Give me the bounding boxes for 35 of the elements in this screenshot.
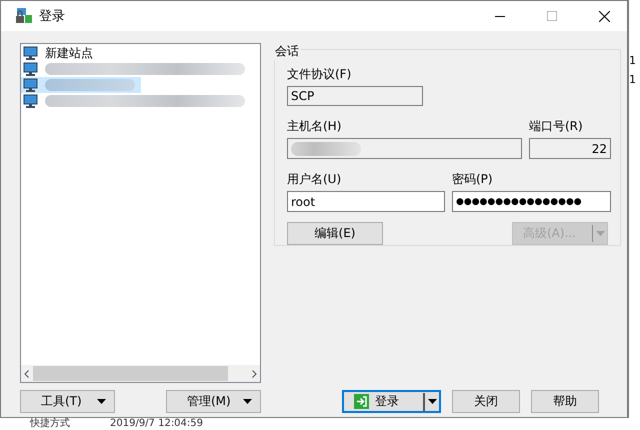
caret-icon [243,399,252,404]
dialog-button[interactable]: 帮助 [531,390,599,413]
caret-icon [97,399,106,404]
background-text: 2019/9/7 12:04:59 [110,418,204,430]
field-label: 主机名(H) [287,118,342,135]
host-field[interactable] [287,138,522,159]
blurred-text [291,142,361,156]
menu-button[interactable]: 管理(M) [166,390,261,413]
password-field[interactable]: ●●●●●●●●●●●●●●●● [452,191,611,212]
site-item[interactable]: 新建站点 [21,45,99,61]
login-button[interactable]: 登录 [342,390,441,413]
username-field[interactable]: root [287,191,445,212]
chevron-right-icon[interactable] [252,370,257,378]
site-item[interactable] [21,77,141,93]
window-title: 登录 [39,8,66,25]
field-label: 端口号(R) [529,118,584,135]
background-text: 1 [629,73,637,86]
background-text: 1 [629,54,637,67]
edit-button[interactable]: 编辑(E) [287,222,383,245]
menu-button[interactable]: 工具(T) [20,390,115,413]
background-text: 快捷方式 [30,418,70,430]
field-label: 文件协议(F) [287,66,352,83]
field-label: 用户名(U) [287,171,342,188]
close-icon[interactable] [598,10,610,22]
dialog-button[interactable]: 关闭 [452,390,520,413]
caret-icon [596,231,604,236]
horizontal-scrollbar[interactable] [21,365,260,382]
group-title: 会话 [273,43,301,60]
protocol-dropdown[interactable]: SCP [287,86,423,106]
caret-icon [428,399,436,404]
lock-computer-icon [15,7,33,25]
field-label: 密码(P) [452,171,494,188]
enter-icon [354,394,369,409]
chevron-left-icon[interactable] [24,370,29,378]
port-field[interactable]: 22 [529,138,611,159]
